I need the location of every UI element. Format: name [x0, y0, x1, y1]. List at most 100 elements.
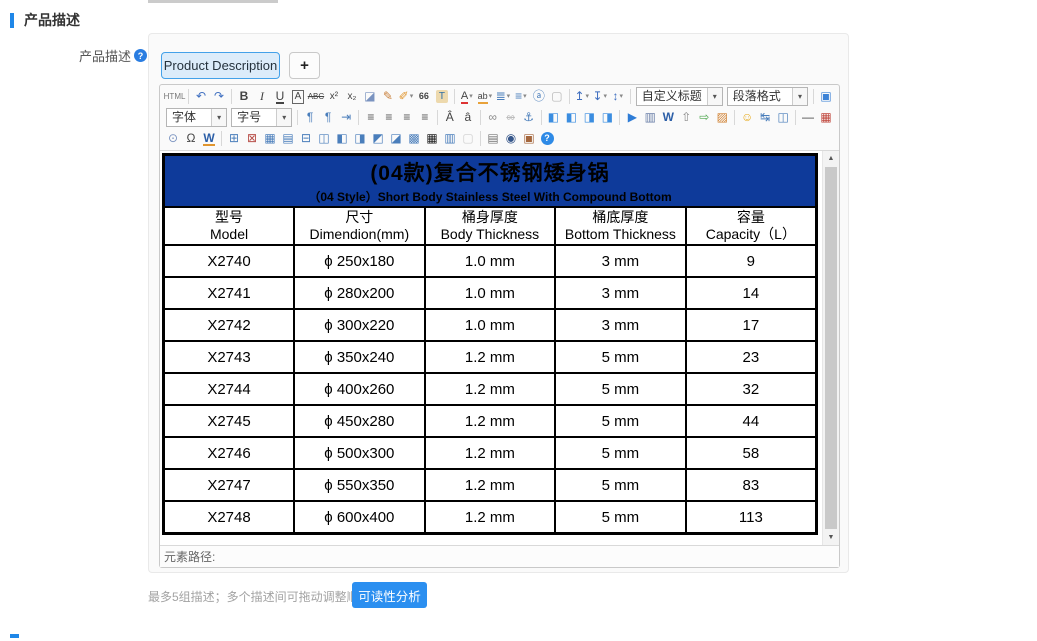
- align-center-icon[interactable]: ≡: [380, 109, 397, 126]
- chevron-down-icon[interactable]: ▾: [276, 109, 291, 126]
- paragraph-format-select[interactable]: 段落格式▾: [727, 87, 808, 106]
- lowercase-icon[interactable]: â: [459, 109, 476, 126]
- font-size-select[interactable]: 字号▾: [231, 108, 292, 127]
- split-rows-icon[interactable]: ◪: [388, 130, 405, 147]
- toolbar-row-2: 字体▾字号▾¶¶⇥≡≡≡≡Ââ∞∞⚓◧◧◨◨▶▥W⇧⇨▨☺↹◫—▦: [162, 107, 837, 128]
- tab-product-description[interactable]: Product Description: [161, 52, 280, 79]
- merge-right-icon[interactable]: ◨: [352, 130, 369, 147]
- attachment-icon[interactable]: ⇨: [696, 109, 713, 126]
- table-props-icon[interactable]: ▦: [262, 130, 279, 147]
- clear-format-brush-icon[interactable]: ✎: [379, 88, 396, 105]
- blockquote-icon[interactable]: 66: [415, 88, 432, 105]
- first-line-indent-icon[interactable]: ⇥: [338, 109, 355, 126]
- fullscreen-icon[interactable]: ▣: [817, 88, 834, 105]
- image-float-right-icon[interactable]: ◨: [599, 109, 616, 126]
- paragraph-format-select-label: 段落格式: [728, 88, 792, 105]
- insert-video-icon[interactable]: ▶: [624, 109, 641, 126]
- insert-iframe-icon[interactable]: ◫: [775, 109, 792, 126]
- ltr-paragraph-icon[interactable]: ¶: [302, 109, 319, 126]
- auto-typeset-wand-icon[interactable]: ✐: [397, 88, 414, 105]
- ordered-list-icon[interactable]: ≣: [494, 88, 511, 105]
- line-height-icon[interactable]: ↕: [609, 88, 626, 105]
- chevron-down-icon[interactable]: ▾: [707, 88, 722, 105]
- align-justify-icon[interactable]: ≡: [416, 109, 433, 126]
- highlight-color-icon[interactable]: ab: [476, 88, 493, 105]
- table-cell: 1.2 mm: [425, 405, 556, 437]
- editor-content-area[interactable]: (04款)复合不锈钢矮身锅（04 Style）Short Body Stainl…: [160, 150, 839, 546]
- vertical-scrollbar[interactable]: ▲ ▼: [822, 151, 839, 545]
- strikethrough-icon[interactable]: ABC: [307, 88, 324, 105]
- image-float-left-icon[interactable]: ◧: [563, 109, 580, 126]
- bold-icon[interactable]: B: [235, 88, 252, 105]
- unlink-icon[interactable]: ∞: [502, 109, 519, 126]
- help-icon[interactable]: ?: [134, 49, 147, 62]
- underline-icon[interactable]: U: [271, 88, 288, 105]
- find-replace-icon[interactable]: ◉: [503, 130, 520, 147]
- word-image-icon[interactable]: W: [201, 130, 218, 147]
- doc-disabled-icon[interactable]: ▢: [460, 130, 477, 147]
- scroll-up-icon[interactable]: ▲: [823, 151, 839, 166]
- font-color-icon[interactable]: A: [458, 88, 475, 105]
- align-left-icon[interactable]: ≡: [362, 109, 379, 126]
- image-float-center-icon[interactable]: ◨: [581, 109, 598, 126]
- table-cell: X2747: [164, 469, 295, 501]
- cell-props-icon[interactable]: ▤: [280, 130, 297, 147]
- eraser-icon[interactable]: ◪: [361, 88, 378, 105]
- paste-text-icon[interactable]: T: [433, 88, 450, 105]
- page-break-icon[interactable]: ↹: [757, 109, 774, 126]
- paste-icon[interactable]: ▣: [521, 130, 538, 147]
- paragraph-space-bottom-icon[interactable]: ↧: [591, 88, 608, 105]
- insert-image-icon[interactable]: ▨: [714, 109, 731, 126]
- toolbar-separator: [188, 89, 189, 104]
- paragraph-space-top-icon[interactable]: ↥: [573, 88, 590, 105]
- help-icon[interactable]: ?: [539, 130, 556, 147]
- scroll-down-icon[interactable]: ▼: [823, 530, 839, 545]
- horizontal-rule-icon[interactable]: —: [800, 109, 817, 126]
- readability-analysis-button[interactable]: 可读性分析: [352, 582, 427, 608]
- merge-down-icon[interactable]: ◩: [370, 130, 387, 147]
- insert-table-icon[interactable]: ⊞: [226, 130, 243, 147]
- html-source-icon[interactable]: HTML: [165, 88, 185, 105]
- rtl-paragraph-icon[interactable]: ¶: [320, 109, 337, 126]
- link-icon[interactable]: ∞: [484, 109, 501, 126]
- image-float-default-icon[interactable]: ◧: [545, 109, 562, 126]
- delete-table-lines-icon[interactable]: ▦: [424, 130, 441, 147]
- table-row: X2745ϕ 450x2801.2 mm5 mm44: [164, 405, 817, 437]
- unordered-list-icon[interactable]: ≡: [512, 88, 529, 105]
- screenshot-icon[interactable]: ⇧: [678, 109, 695, 126]
- anchor-icon[interactable]: ⚓: [520, 109, 537, 126]
- anchor-a-icon[interactable]: ⓐ: [530, 88, 547, 105]
- avg-distribute-cols-icon[interactable]: ▥: [442, 130, 459, 147]
- superscript-icon[interactable]: x²: [325, 88, 342, 105]
- align-right-icon[interactable]: ≡: [398, 109, 415, 126]
- insert-date-icon[interactable]: ▦: [818, 109, 835, 126]
- add-description-button[interactable]: +: [289, 52, 320, 79]
- insert-time-icon[interactable]: ⊙: [165, 130, 182, 147]
- char-border-icon[interactable]: A: [289, 88, 306, 105]
- table-cell: 1.0 mm: [425, 277, 556, 309]
- font-family-select[interactable]: 字体▾: [166, 108, 227, 127]
- special-char-icon[interactable]: Ω: [183, 130, 200, 147]
- delete-table-icon[interactable]: ⊠: [244, 130, 261, 147]
- emoticon-icon[interactable]: ☺: [739, 109, 756, 126]
- print-icon[interactable]: ▤: [485, 130, 502, 147]
- redo-icon[interactable]: ↷: [211, 88, 228, 105]
- custom-title-select-label: 自定义标题: [637, 88, 707, 105]
- blank-doc-icon[interactable]: ▢: [548, 88, 565, 105]
- chevron-down-icon[interactable]: ▾: [792, 88, 807, 105]
- insert-col-icon[interactable]: ◫: [316, 130, 333, 147]
- undo-icon[interactable]: ↶: [193, 88, 210, 105]
- custom-title-select[interactable]: 自定义标题▾: [636, 87, 723, 106]
- table-row: X2741ϕ 280x2001.0 mm3 mm14: [164, 277, 817, 309]
- insert-row-icon[interactable]: ⊟: [298, 130, 315, 147]
- merge-cells-icon[interactable]: ◧: [334, 130, 351, 147]
- element-path-statusbar: 元素路径:: [160, 546, 839, 567]
- chevron-down-icon[interactable]: ▾: [211, 109, 226, 126]
- split-cols-icon[interactable]: ▩: [406, 130, 423, 147]
- italic-icon[interactable]: I: [253, 88, 270, 105]
- uppercase-icon[interactable]: Â: [441, 109, 458, 126]
- word-import-icon[interactable]: W: [660, 109, 677, 126]
- insert-film-icon[interactable]: ▥: [642, 109, 659, 126]
- scrollbar-thumb[interactable]: [825, 167, 837, 529]
- subscript-icon[interactable]: x₂: [343, 88, 360, 105]
